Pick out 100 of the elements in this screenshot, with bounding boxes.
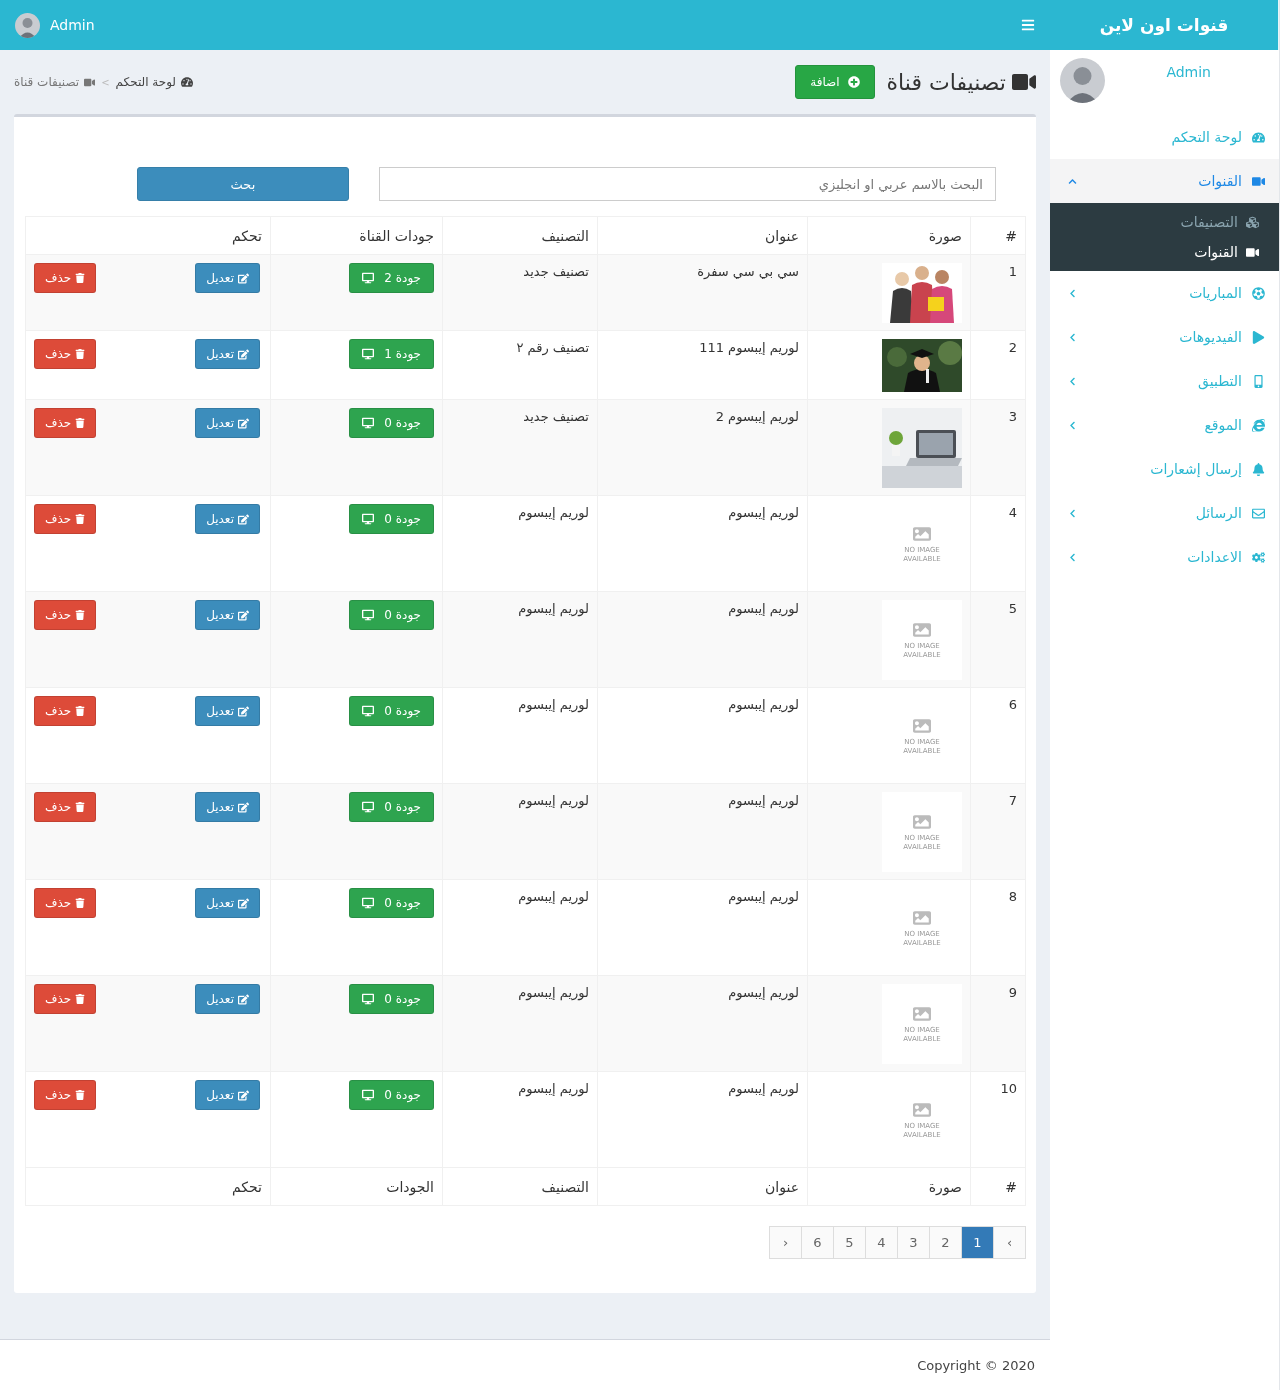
submenu-item[interactable]: القنوات: [1050, 237, 1279, 267]
edit-icon: [238, 609, 249, 621]
menu-item[interactable]: التطبيق: [1050, 359, 1279, 403]
trash-icon: [75, 514, 86, 524]
edit-button[interactable]: تعديل: [195, 984, 260, 1014]
column-header: #: [970, 1167, 1026, 1206]
delete-button[interactable]: حذف: [34, 984, 97, 1014]
menu-icon[interactable]: [1021, 18, 1035, 32]
bell-icon: [1252, 462, 1265, 476]
image-icon: [913, 525, 931, 544]
qualities-button[interactable]: جودة 0: [349, 696, 434, 726]
user-name: Admin: [1166, 64, 1211, 82]
add-button[interactable]: اضافة: [795, 65, 875, 99]
edit-icon: [238, 272, 249, 284]
qualities-button[interactable]: جودة 0: [349, 984, 434, 1014]
table-cell: لوريم إيبسوم 111: [597, 330, 808, 400]
qualities-button[interactable]: جودة 0: [349, 408, 434, 438]
delete-button[interactable]: حذف: [34, 504, 97, 534]
edit-icon: [238, 417, 249, 429]
breadcrumb-link[interactable]: لوحة التحكم: [115, 75, 194, 89]
edit-icon: [238, 897, 249, 909]
next-page[interactable]: ‹: [769, 1226, 802, 1259]
table-cell: لوريم إيبسوم: [442, 591, 598, 688]
page-number[interactable]: 5: [833, 1226, 866, 1259]
table-cell: تصنيف جديد: [442, 399, 598, 496]
edit-button[interactable]: تعديل: [195, 408, 260, 438]
search-button[interactable]: بحث: [137, 167, 349, 201]
avatar: [1060, 58, 1105, 103]
qualities-button[interactable]: جودة 0: [349, 888, 434, 918]
table-cell: لوريم إيبسوم: [597, 687, 808, 784]
edit-button[interactable]: تعديل: [195, 339, 260, 369]
table-cell: لوريم إيبسوم: [597, 591, 808, 688]
qualities-button[interactable]: جودة 0: [349, 504, 434, 534]
menu-item[interactable]: الاعدادات: [1050, 535, 1279, 579]
delete-button[interactable]: حذف: [34, 888, 97, 918]
menu-item[interactable]: إرسال إشعارات: [1050, 447, 1279, 491]
table-cell: لوريم إيبسوم: [442, 975, 598, 1072]
page-number[interactable]: 1: [961, 1226, 994, 1259]
monitor-icon: [362, 609, 375, 621]
search-field[interactable]: البحث بالاسم عربي او انجليزي: [379, 167, 996, 201]
table-cell: لوريم إيبسوم: [442, 783, 598, 880]
qualities-button[interactable]: جودة 0: [349, 1080, 434, 1110]
delete-button[interactable]: حذف: [34, 792, 97, 822]
menu-item[interactable]: لوحة التحكم: [1050, 115, 1279, 159]
qualities-button[interactable]: جودة 0: [349, 792, 434, 822]
phone-icon: [1252, 374, 1265, 388]
edit-button[interactable]: تعديل: [195, 600, 260, 630]
submenu-item[interactable]: التصنيفات: [1050, 207, 1279, 237]
delete-button[interactable]: حذف: [34, 263, 97, 293]
edit-button[interactable]: تعديل: [195, 263, 260, 293]
page-number[interactable]: 6: [801, 1226, 834, 1259]
video-camera-icon: [1246, 245, 1259, 259]
envelope-icon: [1252, 506, 1265, 520]
user-name[interactable]: Admin: [50, 17, 95, 33]
delete-button[interactable]: حذف: [34, 600, 97, 630]
delete-button[interactable]: حذف: [34, 696, 97, 726]
column-header: عنوان: [597, 216, 808, 255]
image-icon: [913, 717, 931, 736]
breadcrumb-separator: >: [101, 76, 110, 88]
chevron-icon: [1068, 376, 1077, 386]
edit-button[interactable]: تعديل: [195, 1080, 260, 1110]
menu-item[interactable]: القنوات: [1050, 159, 1279, 203]
page-number[interactable]: 2: [929, 1226, 962, 1259]
chevron-icon: [1068, 332, 1077, 342]
delete-button[interactable]: حذف: [34, 1080, 97, 1110]
edit-button[interactable]: تعديل: [195, 888, 260, 918]
delete-button[interactable]: حذف: [34, 339, 97, 369]
breadcrumb-link[interactable]: تصنيفات قناة: [14, 75, 96, 89]
monitor-icon: [362, 272, 375, 284]
trash-icon: [75, 706, 86, 716]
table-cell: لوريم إيبسوم: [597, 879, 808, 976]
table-cell: 4: [970, 495, 1026, 592]
edit-button[interactable]: تعديل: [195, 696, 260, 726]
image-icon: [913, 813, 931, 832]
menu-item[interactable]: المباريات: [1050, 271, 1279, 315]
trash-icon: [75, 1090, 86, 1100]
image-icon: [913, 621, 931, 640]
table-cell: 7: [970, 783, 1026, 880]
menu-item[interactable]: الرسائل: [1050, 491, 1279, 535]
trash-icon: [75, 802, 86, 812]
chevron-icon: [1068, 552, 1077, 562]
previous-page[interactable]: ›: [993, 1226, 1026, 1259]
qualities-button[interactable]: جودة 1: [349, 339, 434, 369]
dashboard-icon: [181, 76, 194, 88]
copyright-text: Copyright © 2020: [917, 1357, 1035, 1373]
edit-button[interactable]: تعديل: [195, 792, 260, 822]
column-header: تحكم: [25, 216, 271, 255]
menu-item[interactable]: الفيديوهات: [1050, 315, 1279, 359]
qualities-button[interactable]: جودة 0: [349, 600, 434, 630]
video-camera-icon: [84, 76, 96, 88]
table-cell: لوريم إيبسوم: [442, 495, 598, 592]
page-number[interactable]: 4: [865, 1226, 898, 1259]
edit-icon: [238, 993, 249, 1005]
delete-button[interactable]: حذف: [34, 408, 97, 438]
table-cell: لوريم إيبسوم: [597, 783, 808, 880]
qualities-button[interactable]: جودة 2: [349, 263, 434, 293]
menu-item[interactable]: الموقع: [1050, 403, 1279, 447]
brand-title: قنوات اون لاين: [1050, 0, 1279, 50]
page-number[interactable]: 3: [897, 1226, 930, 1259]
edit-button[interactable]: تعديل: [195, 504, 260, 534]
